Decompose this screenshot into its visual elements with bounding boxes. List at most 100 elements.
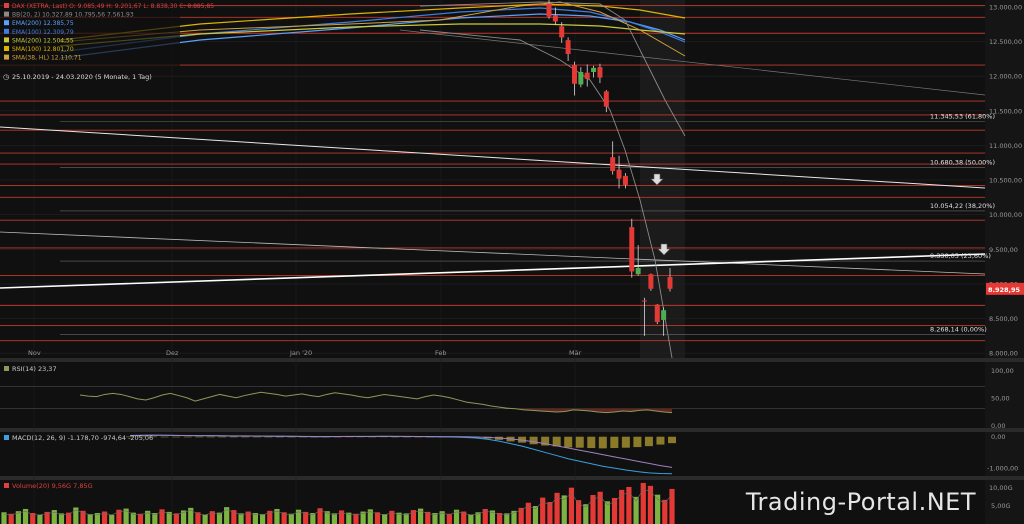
candle-body	[559, 26, 565, 38]
y-tick-label: 10.000,00	[989, 211, 1022, 219]
legend-entry: BB(20, 2) 10.327,89 10.795,56 7.561,93	[12, 12, 134, 19]
macd-histogram-bar	[610, 436, 619, 449]
macd-histogram-bar	[564, 436, 573, 448]
volume-bar	[137, 513, 144, 524]
rsi-legend: RSI(14) 23,37	[12, 365, 57, 373]
macd-histogram-bar	[160, 436, 169, 438]
panel-separator	[0, 358, 1024, 362]
macd-histogram-bar	[644, 436, 653, 447]
y-tick-label: 12.000,00	[989, 73, 1022, 81]
macd-histogram-bar	[218, 436, 227, 438]
candle-body	[635, 267, 641, 275]
x-tick-label: Nov	[28, 349, 41, 357]
candle-body	[629, 227, 635, 272]
candle-body	[578, 72, 584, 85]
macd-histogram-bar	[621, 436, 630, 448]
volume-bar	[353, 513, 359, 524]
volume-bar	[468, 514, 474, 524]
candle-body	[616, 169, 622, 179]
candle-body	[571, 65, 577, 84]
y-tick-label: 8.000,00	[989, 350, 1018, 358]
volume-bar	[446, 513, 452, 524]
macd-histogram-bar	[656, 436, 665, 445]
legend-swatch	[4, 20, 9, 26]
candle-body	[603, 91, 609, 107]
candle-body	[654, 304, 660, 322]
volume-bar	[87, 514, 93, 524]
period-label: 25.10.2019 - 24.03.2020 (5 Monate, 1 Tag…	[12, 73, 152, 81]
dax-chart-canvas[interactable]: 13.000,0012.500,0012.000,0011.500,0011.0…	[0, 0, 1024, 524]
clock-icon: ◷	[3, 73, 10, 81]
fibonacci-label: 11.345,53 (61,80%)	[930, 112, 995, 120]
volume-tick-label: 5,00G	[991, 502, 1011, 510]
macd-histogram-bar	[264, 436, 273, 438]
volume-bar	[8, 513, 14, 524]
legend-swatch	[4, 3, 9, 8]
volume-bar	[37, 514, 43, 524]
candle-body	[661, 310, 667, 320]
macd-histogram-bar	[587, 436, 596, 449]
macd-legend: MACD(12, 26, 9) -1.178,70 -974,64 -205,0…	[12, 434, 153, 442]
volume-bar	[669, 488, 675, 524]
macd-histogram-bar	[668, 436, 676, 444]
legend-swatch	[4, 11, 9, 17]
volume-bar	[259, 514, 266, 524]
legend-swatch	[4, 54, 9, 60]
x-tick-label: Feb	[435, 349, 447, 357]
y-tick-label: 12.500,00	[989, 38, 1022, 46]
legend-entry: EMA(200) 12.385,75	[12, 20, 74, 27]
candle-body	[667, 276, 673, 289]
macd-histogram-bar	[529, 436, 538, 445]
volume-bar	[382, 514, 388, 524]
legend-entry: EMA(100) 12.309,79	[12, 29, 74, 36]
candle-body	[552, 15, 558, 22]
legend-swatch	[4, 46, 9, 51]
grid-layer	[0, 0, 1024, 524]
volume-bar	[109, 514, 115, 524]
panel-separator	[0, 428, 1024, 432]
y-tick-label: 10.500,00	[989, 177, 1022, 185]
legend-entry: SMA(100) 12.801,70	[12, 46, 74, 53]
rsi-swatch	[4, 366, 9, 371]
background	[0, 0, 1024, 524]
macd-histogram-bar	[183, 436, 192, 438]
legend-entry: SMA(200) 12.504,55	[12, 37, 74, 44]
macd-histogram-bar	[241, 436, 250, 438]
rsi-tick-label: 0,00	[991, 422, 1005, 430]
macd-histogram-bar	[195, 436, 204, 438]
candle-body	[597, 67, 603, 78]
legend-entry: DAX (XETRA, Last) O: 9.085,49 H: 9.201,6…	[12, 3, 214, 10]
x-tick-label: Mär	[569, 349, 582, 357]
candle-body	[584, 72, 590, 79]
y-tick-label: 9.500,00	[989, 246, 1018, 254]
macd-tick-label: 0,00	[991, 433, 1005, 441]
candle-body	[610, 157, 616, 172]
x-tick-label: Dez	[166, 349, 179, 357]
fibonacci-label: 9.330,05 (23,60%)	[930, 252, 991, 260]
candle-body	[546, 3, 552, 17]
macd-histogram-bar	[598, 436, 607, 449]
volume-bar	[288, 513, 294, 524]
candle-body	[648, 274, 654, 289]
y-tick-label: 13.000,00	[989, 3, 1022, 11]
candle-body	[565, 40, 571, 55]
candle-body	[591, 67, 597, 73]
legend-swatch	[4, 37, 9, 43]
macd-histogram-bar	[575, 436, 584, 448]
candle-body	[642, 300, 648, 302]
watermark: Trading-Portal.NET	[745, 488, 976, 516]
fibonacci-label: 8.268,14 (0,00%)	[930, 326, 987, 334]
macd-tick-label: -1.000,00	[987, 465, 1018, 473]
last-price-badge: 8.928,95	[988, 286, 1021, 294]
macd-histogram-bar	[633, 436, 642, 448]
fibonacci-label: 10.680,38 (50,00%)	[930, 159, 995, 167]
volume-swatch	[4, 483, 9, 488]
fibonacci-label: 10.054,22 (38,20%)	[930, 202, 995, 210]
volume-bar	[202, 514, 208, 524]
rsi-tick-label: 50,00	[991, 394, 1010, 402]
y-tick-label: 11.000,00	[989, 142, 1022, 150]
macd-histogram-bar	[252, 436, 261, 438]
macd-histogram-bar	[229, 436, 238, 438]
y-tick-label: 8.500,00	[989, 315, 1018, 323]
x-tick-label: Jan '20	[289, 349, 312, 357]
